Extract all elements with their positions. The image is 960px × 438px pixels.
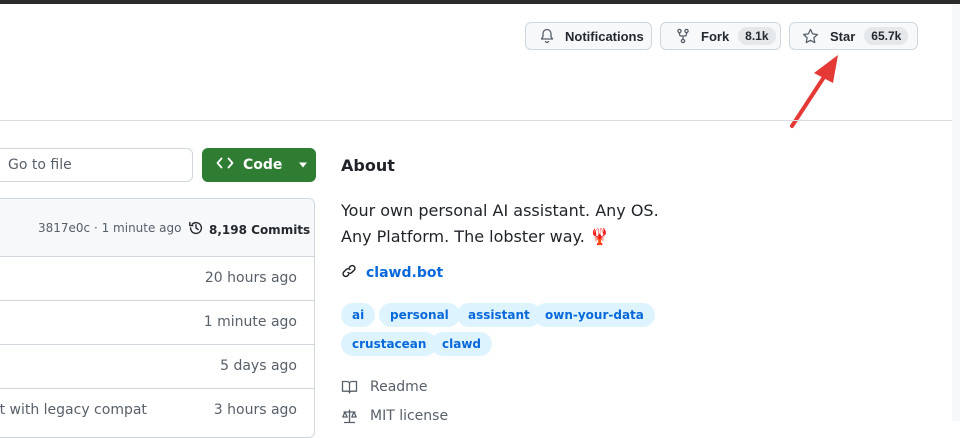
file-row[interactable]: 1 minute ago <box>0 301 314 345</box>
topic-tag-own-your-data[interactable]: own-your-data <box>534 303 655 327</box>
go-to-file-input[interactable]: Go to file <box>0 148 193 182</box>
file-age: 20 hours ago <box>204 270 297 286</box>
link-icon <box>341 263 357 283</box>
caret-down-icon <box>298 157 308 173</box>
notifications-button[interactable]: Notifications <box>525 22 652 50</box>
repo-description: Your own personal AI assistant. Any OS. … <box>341 198 661 250</box>
about-heading: About <box>341 156 395 175</box>
topic-tag-ai[interactable]: ai <box>341 303 376 327</box>
topic-tag-clawd[interactable]: clawd <box>431 332 492 356</box>
description-line: Any Platform. The lobster way. 🦞 <box>341 227 610 246</box>
annotation-arrow-icon <box>790 55 838 128</box>
scrollbar-track[interactable] <box>952 4 960 421</box>
description-line: Your own personal AI assistant. Any OS. <box>341 201 659 220</box>
readme-label: Readme <box>370 379 428 395</box>
topic-tag-personal[interactable]: personal <box>379 303 460 327</box>
code-button[interactable]: Code <box>202 148 316 182</box>
file-age: 1 minute ago <box>203 314 297 330</box>
book-icon <box>341 380 358 394</box>
fork-label: Fork <box>701 28 730 44</box>
star-label: Star <box>830 28 856 44</box>
website-link-label: clawd.bot <box>366 265 444 281</box>
file-row[interactable]: 20 hours ago <box>0 257 314 301</box>
fork-button[interactable]: Fork 8.1k <box>660 22 781 50</box>
star-count: 65.7k <box>864 27 909 45</box>
commits-link[interactable]: 8,198 Commits <box>188 220 310 239</box>
latest-commit-bar: 3817e0c · 1 minute ago 8,198 Commits <box>0 199 314 257</box>
topic-tag-assistant[interactable]: assistant <box>457 303 541 327</box>
star-icon <box>802 28 819 45</box>
commit-message[interactable]: ot with legacy compat <box>0 402 147 418</box>
file-age: 5 days ago <box>220 358 297 374</box>
file-list: 3817e0c · 1 minute ago 8,198 Commits 20 … <box>0 198 315 438</box>
notifications-label: Notifications <box>565 28 644 44</box>
file-row[interactable]: 5 days ago <box>0 345 314 389</box>
readme-link[interactable]: Readme <box>341 379 427 395</box>
history-icon <box>188 220 204 239</box>
latest-commit-info[interactable]: 3817e0c · 1 minute ago <box>38 221 182 235</box>
bell-icon <box>539 28 555 44</box>
file-age: 3 hours ago <box>213 402 297 418</box>
scale-icon <box>342 409 357 424</box>
code-button-label: Code <box>243 157 283 173</box>
fork-icon <box>675 28 691 44</box>
license-label: MIT license <box>370 408 449 424</box>
commits-count: 8,198 Commits <box>209 222 311 237</box>
window-top-bar <box>0 0 960 4</box>
fork-count: 8.1k <box>738 27 776 45</box>
website-link[interactable]: clawd.bot <box>341 263 443 283</box>
star-button[interactable]: Star 65.7k <box>789 22 918 50</box>
header-divider <box>0 120 952 121</box>
go-to-file-placeholder: Go to file <box>8 157 72 173</box>
license-link[interactable]: MIT license <box>341 408 448 424</box>
topic-tag-crustacean[interactable]: crustacean <box>341 332 438 356</box>
file-row[interactable]: ot with legacy compat 3 hours ago <box>0 389 314 432</box>
code-icon <box>216 156 234 174</box>
